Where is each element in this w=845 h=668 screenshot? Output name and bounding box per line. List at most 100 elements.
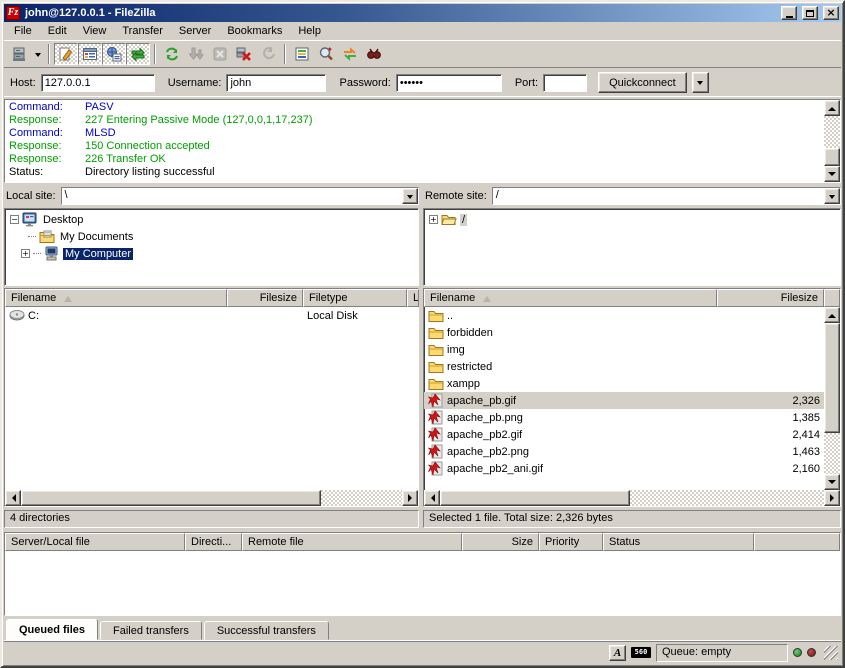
local-list-body: C: Local Disk	[5, 307, 418, 490]
remote-vertical-scrollbar[interactable]	[824, 307, 840, 490]
site-manager-dropdown[interactable]	[31, 43, 44, 65]
local-site-combobox[interactable]: \	[61, 187, 419, 205]
scrollbar-track[interactable]	[321, 490, 402, 506]
scrollbar-track[interactable]	[630, 490, 824, 506]
remote-site-combobox[interactable]: /	[492, 187, 841, 205]
tree-item-label: /	[460, 214, 467, 226]
disconnect-button[interactable]	[232, 43, 256, 65]
remote-column-filename[interactable]: Filename	[424, 289, 717, 307]
queue-column-size[interactable]: Size	[462, 533, 539, 551]
remote-row-folder[interactable]: forbidden	[424, 324, 824, 341]
scroll-up-button[interactable]	[824, 100, 840, 116]
queue-column-local-file[interactable]: Server/Local file	[5, 533, 185, 551]
log-vertical-scrollbar[interactable]	[824, 100, 840, 182]
quickconnect-dropdown[interactable]	[692, 72, 709, 93]
tree-item-root[interactable]: + /	[429, 211, 839, 228]
data-type-indicator[interactable]: A	[609, 645, 626, 661]
scroll-up-button[interactable]	[824, 307, 840, 323]
scrollbar-thumb[interactable]	[21, 490, 321, 506]
quickconnect-bar: Host: Username: Password: Port: Quickcon…	[4, 67, 841, 97]
local-column-filetype[interactable]: Filetype	[303, 289, 407, 307]
menu-transfer[interactable]: Transfer	[114, 23, 171, 39]
remote-row-folder[interactable]: xampp	[424, 375, 824, 392]
remote-row-folder[interactable]: restricted	[424, 358, 824, 375]
queue-column-direction[interactable]: Directi...	[185, 533, 242, 551]
tab-failed-transfers[interactable]: Failed transfers	[100, 621, 202, 640]
cancel-operation-button[interactable]	[208, 43, 232, 65]
remote-row-folder[interactable]: img	[424, 341, 824, 358]
remote-site-dropdown[interactable]	[824, 188, 840, 204]
tab-queued-files[interactable]: Queued files	[6, 619, 98, 640]
queue-column-remote-file[interactable]: Remote file	[242, 533, 462, 551]
host-input[interactable]	[41, 74, 155, 92]
scrollbar-thumb[interactable]	[824, 148, 840, 166]
remote-row-file[interactable]: apache_pb2.gif 2,414	[424, 426, 824, 443]
scroll-down-button[interactable]	[824, 166, 840, 182]
menu-help[interactable]: Help	[290, 23, 329, 39]
find-files-button[interactable]	[362, 43, 386, 65]
menu-file[interactable]: File	[6, 23, 40, 39]
expand-icon[interactable]: +	[429, 215, 438, 224]
menu-edit[interactable]: Edit	[40, 23, 75, 39]
remote-column-filesize[interactable]: Filesize	[717, 289, 824, 307]
menu-bookmarks[interactable]: Bookmarks	[219, 23, 290, 39]
remote-row-file[interactable]: apache_pb2_ani.gif 2,160	[424, 460, 824, 477]
scroll-down-button[interactable]	[824, 474, 840, 490]
scroll-left-button[interactable]	[5, 490, 21, 506]
reconnect-button[interactable]	[256, 43, 280, 65]
site-manager-button[interactable]	[7, 43, 31, 65]
queue-column-status[interactable]: Status	[603, 533, 754, 551]
toggle-remote-tree-button[interactable]	[102, 43, 126, 65]
close-button[interactable]: ×	[823, 6, 839, 20]
local-column-filesize[interactable]: Filesize	[227, 289, 303, 307]
collapse-icon[interactable]: −	[10, 215, 19, 224]
scroll-right-button[interactable]	[824, 490, 840, 506]
maximize-button[interactable]	[802, 6, 818, 20]
remote-row-updir[interactable]: ..	[424, 307, 824, 324]
tree-item-my-documents[interactable]: My Documents	[28, 228, 417, 245]
remote-row-file[interactable]: apache_pb2.png 1,463	[424, 443, 824, 460]
local-site-dropdown[interactable]	[402, 188, 418, 204]
folder-icon	[428, 376, 444, 391]
tab-successful-transfers[interactable]: Successful transfers	[204, 621, 329, 640]
minimize-button[interactable]	[781, 6, 797, 20]
tree-item-my-computer[interactable]: + My Computer	[21, 245, 417, 262]
password-input[interactable]	[396, 74, 502, 92]
scrollbar-thumb[interactable]	[440, 490, 630, 506]
toggle-log-view-button[interactable]	[54, 43, 78, 65]
resize-grip[interactable]	[824, 646, 838, 660]
directory-filters-button[interactable]	[290, 43, 314, 65]
remote-list-body: .. forbidden img restricted	[424, 307, 840, 490]
refresh-button[interactable]	[160, 43, 184, 65]
menu-view[interactable]: View	[75, 23, 115, 39]
file-name: apache_pb.png	[447, 412, 523, 424]
remote-row-file[interactable]: apache_pb.gif 2,326	[424, 392, 824, 409]
local-column-filename[interactable]: Filename	[5, 289, 227, 307]
directory-comparison-button[interactable]	[314, 43, 338, 65]
local-row-c-drive[interactable]: C: Local Disk	[5, 307, 418, 324]
username-input[interactable]	[226, 74, 326, 92]
remote-horizontal-scrollbar[interactable]	[424, 490, 840, 506]
toggle-queue-button[interactable]	[126, 43, 150, 65]
local-status-text: 4 directories	[4, 510, 419, 528]
queue-column-priority[interactable]: Priority	[539, 533, 603, 551]
local-horizontal-scrollbar[interactable]	[5, 490, 418, 506]
synchronized-browsing-button[interactable]	[338, 43, 362, 65]
remote-row-file[interactable]: apache_pb.png 1,385	[424, 409, 824, 426]
quickconnect-button[interactable]: Quickconnect	[598, 72, 687, 93]
scrollbar-track[interactable]	[824, 433, 840, 474]
scrollbar-track[interactable]	[824, 116, 840, 148]
menu-server[interactable]: Server	[171, 23, 219, 39]
scroll-right-button[interactable]	[402, 490, 418, 506]
expand-icon[interactable]: +	[21, 249, 30, 258]
toggle-local-tree-button[interactable]	[78, 43, 102, 65]
scrollbar-thumb[interactable]	[824, 323, 840, 433]
tree-item-desktop[interactable]: − Desktop	[10, 211, 417, 228]
scroll-left-button[interactable]	[424, 490, 440, 506]
folder-icon	[428, 359, 444, 374]
local-site-value: \	[62, 188, 402, 204]
local-column-lastmodified[interactable]: L	[407, 289, 419, 307]
process-queue-button[interactable]	[184, 43, 208, 65]
speed-limit-icon[interactable]: 560	[631, 647, 651, 658]
port-input[interactable]	[543, 74, 587, 92]
